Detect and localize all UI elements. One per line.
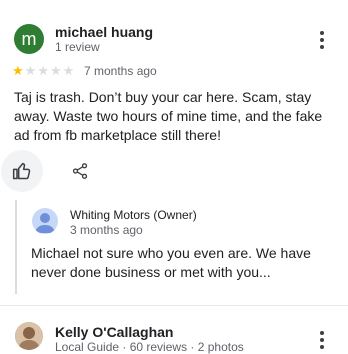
more-vert-icon bbox=[320, 331, 324, 335]
star-rating: ★ ★ ★ ★ ★ bbox=[12, 64, 74, 77]
person-icon bbox=[35, 213, 55, 233]
review-text: Taj is trash. Don’t buy your car here. S… bbox=[14, 89, 323, 143]
reviewer-avatar-photo[interactable] bbox=[15, 322, 43, 350]
reviewer-name[interactable]: michael huang bbox=[55, 24, 153, 40]
review-divider bbox=[0, 305, 348, 306]
star-filled-icon: ★ bbox=[12, 63, 24, 78]
more-options-button[interactable] bbox=[312, 28, 332, 52]
owner-response-indent-bar bbox=[15, 200, 17, 294]
star-empty-icon: ★ bbox=[37, 63, 49, 78]
share-button[interactable] bbox=[68, 159, 92, 183]
profile-photo-icon bbox=[15, 322, 43, 350]
reviewer-name[interactable]: Kelly O'Callaghan bbox=[55, 324, 173, 340]
more-options-button[interactable] bbox=[312, 328, 332, 352]
thumbs-up-icon bbox=[12, 162, 31, 180]
reviewer-review-count: 1 review bbox=[55, 40, 100, 54]
owner-response-date: 3 months ago bbox=[70, 223, 143, 237]
reviewer-meta: Local Guide · 60 reviews · 2 photos bbox=[55, 340, 244, 354]
like-button[interactable] bbox=[1, 150, 43, 192]
star-empty-icon: ★ bbox=[49, 63, 62, 78]
share-icon bbox=[72, 163, 88, 179]
reviewer-avatar[interactable]: m bbox=[14, 24, 44, 54]
more-vert-icon bbox=[320, 31, 324, 35]
owner-name[interactable]: Whiting Motors (Owner) bbox=[70, 208, 197, 222]
star-empty-icon: ★ bbox=[24, 63, 37, 78]
owner-response-text: Michael not sure who you even are. We ha… bbox=[31, 245, 311, 280]
review-date: 7 months ago bbox=[84, 64, 157, 78]
owner-avatar[interactable] bbox=[32, 208, 58, 234]
star-empty-icon: ★ bbox=[62, 63, 75, 78]
